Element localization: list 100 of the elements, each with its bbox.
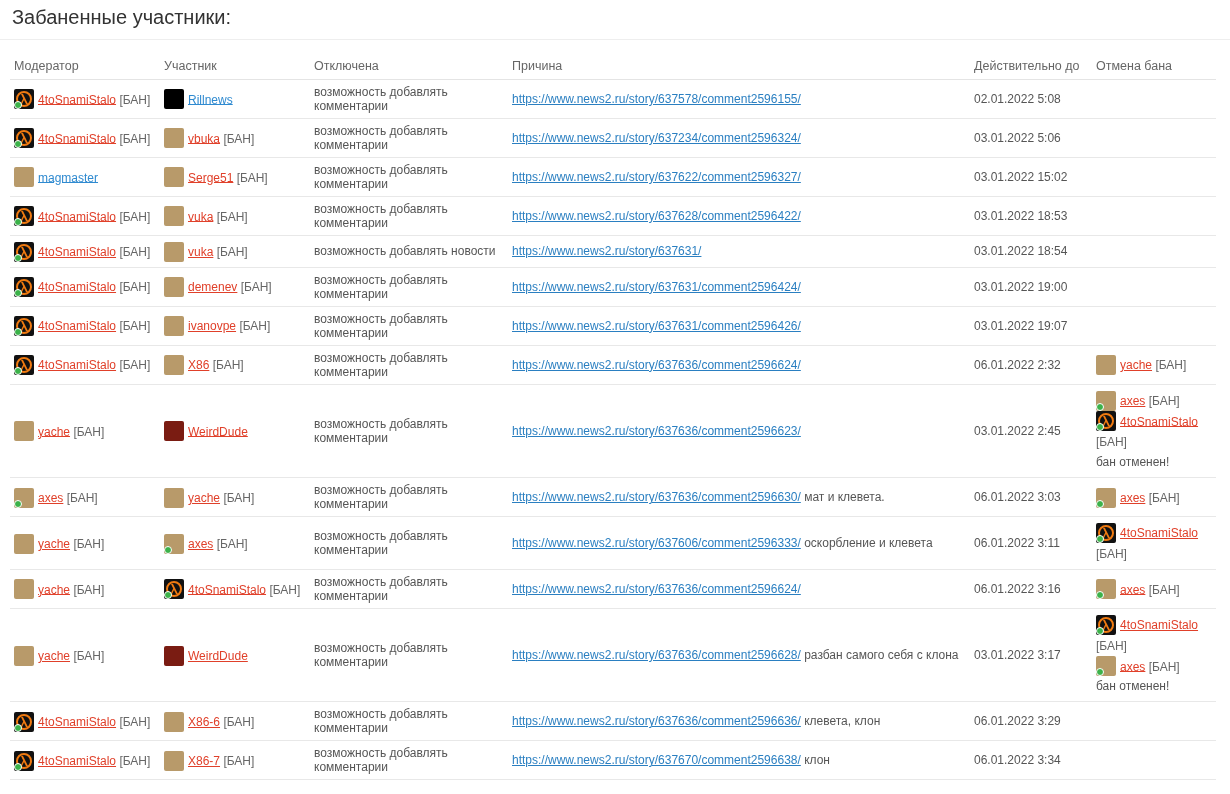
username-link[interactable]: 4toSnamiStalo	[38, 753, 117, 768]
username-link[interactable]: axes	[1120, 393, 1146, 408]
table-cell: 02.01.2022 5:08	[970, 79, 1092, 119]
ban-tag: [БАН]	[73, 536, 105, 551]
story-link[interactable]: https://www.news2.ru/story/637631/comment2596424/	[512, 279, 801, 294]
online-status-dot	[14, 328, 22, 337]
lambda-logo-icon	[1096, 523, 1116, 544]
username-link[interactable]: Serge51	[188, 170, 234, 185]
avatar-image	[1096, 390, 1116, 411]
table-cell: возможность добавлять комментарии	[310, 740, 508, 780]
online-status-dot	[1096, 423, 1104, 432]
username-link[interactable]: 4toSnamiStalo	[1120, 414, 1199, 429]
username-link[interactable]: 4toSnamiStalo	[38, 714, 117, 729]
username-link[interactable]: yache	[38, 424, 71, 439]
ban-tag: [БАН]	[223, 753, 255, 768]
story-link[interactable]: https://www.news2.ru/story/637636/comment2596636/	[512, 714, 801, 729]
username-link[interactable]: yache	[38, 582, 71, 597]
username-link[interactable]: 4toSnamiStalo	[38, 244, 117, 259]
avatar-image	[1096, 579, 1116, 600]
ban-reason: разбан самого себя с клона	[804, 648, 959, 663]
story-link[interactable]: https://www.news2.ru/story/637636/comment2596624/	[512, 357, 801, 372]
story-link[interactable]: https://www.news2.ru/story/637636/comment2596630/	[512, 490, 801, 505]
lambda-logo-icon	[14, 89, 34, 110]
username-link[interactable]: 4toSnamiStalo	[38, 319, 117, 334]
ban-tag: [БАН]	[119, 131, 151, 146]
username-link[interactable]: yache	[1120, 358, 1153, 373]
table-cell: возможность добавлять комментарии	[310, 157, 508, 197]
username-link[interactable]: axes	[1120, 582, 1146, 597]
table-cell: 06.01.2022 2:32	[970, 345, 1092, 385]
username-link[interactable]: yache	[188, 490, 221, 505]
avatar-image	[164, 487, 184, 508]
avatar-image	[14, 579, 34, 600]
ban-tag: [БАН]	[216, 536, 248, 551]
username-link[interactable]: X86	[188, 358, 210, 373]
story-link[interactable]: https://www.news2.ru/story/637234/comment2596324/	[512, 131, 801, 145]
username-link[interactable]: vuka	[188, 244, 214, 259]
story-link[interactable]: https://www.news2.ru/story/637636/comment2596628/	[512, 648, 801, 663]
table-cell: возможность добавлять комментарии	[310, 118, 508, 158]
username-link[interactable]: ivanovpe	[188, 319, 237, 334]
avatar-image	[14, 167, 34, 188]
online-status-dot	[14, 140, 22, 149]
ban-tag: [БАН]	[119, 358, 151, 373]
ban-tag: [БАН]	[73, 648, 105, 663]
username-link[interactable]: 4toSnamiStalo	[38, 358, 117, 373]
lambda-logo-icon	[14, 355, 34, 376]
story-link[interactable]: https://www.news2.ru/story/637631/	[512, 244, 702, 259]
username-link[interactable]: demenev	[188, 280, 238, 295]
logo-icon	[164, 89, 184, 110]
username-link[interactable]: magmaster	[38, 170, 99, 185]
avatar-image	[164, 750, 184, 771]
table-cell: 03.01.2022 18:54	[970, 235, 1092, 268]
table-cell: возможность добавлять комментарии	[310, 569, 508, 609]
lambda-logo-icon	[1096, 411, 1116, 432]
username-link[interactable]: vuka	[188, 209, 214, 224]
ban-tag: [БАН]	[239, 319, 271, 334]
username-link[interactable]: axes	[38, 490, 64, 505]
story-link[interactable]: https://www.news2.ru/story/637636/comment2596623/	[512, 424, 801, 439]
online-status-dot	[1096, 535, 1104, 544]
username-link[interactable]: yache	[38, 648, 71, 663]
username-link[interactable]: Rillnews	[188, 92, 233, 107]
online-status-dot	[1096, 591, 1104, 600]
column-header: Действительно до	[970, 54, 1092, 80]
username-link[interactable]: axes	[1120, 659, 1146, 674]
username-link[interactable]: X86-7	[188, 753, 221, 768]
story-link[interactable]: https://www.news2.ru/story/637622/comment2596327/	[512, 170, 801, 184]
online-status-dot	[14, 101, 22, 110]
username-link[interactable]: WeirdDude	[188, 648, 248, 663]
username-link[interactable]: 4toSnamiStalo	[38, 280, 117, 295]
avatar-image	[164, 421, 184, 442]
story-link[interactable]: https://www.news2.ru/story/637606/comment2596333/	[512, 536, 801, 551]
username-link[interactable]: 4toSnamiStalo	[188, 582, 267, 597]
unban-note: бан отменен!	[1096, 678, 1171, 696]
table-cell: 06.01.2022 3:03	[970, 477, 1092, 517]
ban-tag: [БАН]	[119, 714, 151, 729]
ban-tag: [БАН]	[1148, 393, 1180, 408]
story-link[interactable]: https://www.news2.ru/story/637628/comment2596422/	[512, 209, 801, 223]
ban-tag: [БАН]	[223, 490, 255, 505]
ban-tag: [БАН]	[119, 92, 151, 107]
username-link[interactable]: vbuka	[188, 131, 221, 146]
username-link[interactable]: 4toSnamiStalo	[1120, 617, 1199, 632]
table-cell: возможность добавлять новости	[310, 235, 508, 268]
username-link[interactable]: WeirdDude	[188, 424, 248, 439]
online-status-dot	[164, 591, 172, 600]
table-cell: 06.01.2022 3:29	[970, 701, 1092, 741]
username-link[interactable]: axes	[1120, 490, 1146, 505]
online-status-dot	[1096, 499, 1104, 508]
ban-tag: [БАН]	[1148, 582, 1180, 597]
username-link[interactable]: 4toSnamiStalo	[1120, 526, 1199, 541]
username-link[interactable]: 4toSnamiStalo	[38, 92, 117, 107]
username-link[interactable]: axes	[188, 536, 214, 551]
story-link[interactable]: https://www.news2.ru/story/637670/comment2596638/	[512, 753, 801, 768]
story-link[interactable]: https://www.news2.ru/story/637631/comment2596426/	[512, 318, 801, 333]
username-link[interactable]: 4toSnamiStalo	[38, 209, 117, 224]
ban-tag: [БАН]	[216, 209, 248, 224]
username-link[interactable]: 4toSnamiStalo	[38, 131, 117, 146]
username-link[interactable]: yache	[38, 536, 71, 551]
online-status-dot	[14, 762, 22, 771]
username-link[interactable]: X86-6	[188, 714, 221, 729]
story-link[interactable]: https://www.news2.ru/story/637578/comment2596155/	[512, 92, 801, 106]
story-link[interactable]: https://www.news2.ru/story/637636/comment2596624/	[512, 581, 801, 596]
